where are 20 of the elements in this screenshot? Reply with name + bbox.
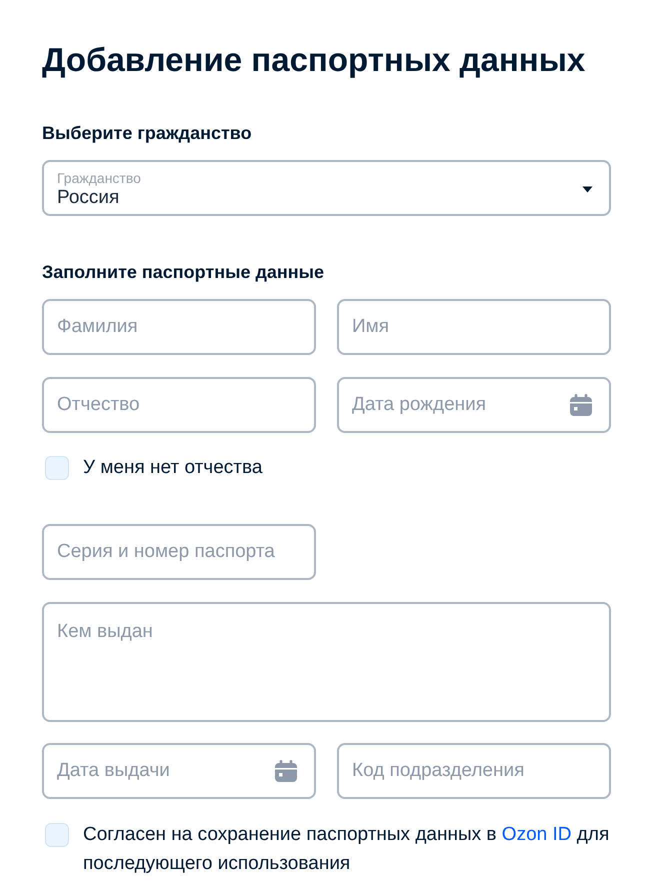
- section-heading: Выберите гражданство: [42, 122, 253, 145]
- input-field[interactable]: Серия и номер паспорта: [42, 524, 316, 580]
- input-field[interactable]: Отчество: [42, 377, 316, 433]
- consent-text: Согласен на сохранение паспортных данных в Ozon ID для последующего использования: [83, 823, 610, 876]
- date-field[interactable]: Дата выдачи: [42, 743, 316, 799]
- caret-icon: [582, 186, 593, 193]
- section-heading: Заполните паспортные данные: [42, 261, 326, 284]
- calendar-icon[interactable]: [570, 394, 592, 416]
- calendar-icon[interactable]: [275, 760, 297, 782]
- ozon-id-link[interactable]: Ozon ID: [502, 824, 572, 845]
- page-title: Добавление паспортных данных: [42, 40, 586, 80]
- input-field[interactable]: Фамилия: [42, 299, 316, 355]
- textarea-field[interactable]: Кем выдан: [42, 602, 611, 722]
- date-field[interactable]: Дата рождения: [337, 377, 611, 433]
- citizenship-select[interactable]: Гражданство Россия: [42, 160, 611, 216]
- checkbox-label[interactable]: У меня нет отчества: [83, 456, 262, 480]
- checkbox[interactable]: [45, 823, 69, 847]
- input-field[interactable]: Имя: [337, 299, 611, 355]
- input-field[interactable]: Код подразделения: [337, 743, 611, 799]
- checkbox[interactable]: [45, 456, 69, 480]
